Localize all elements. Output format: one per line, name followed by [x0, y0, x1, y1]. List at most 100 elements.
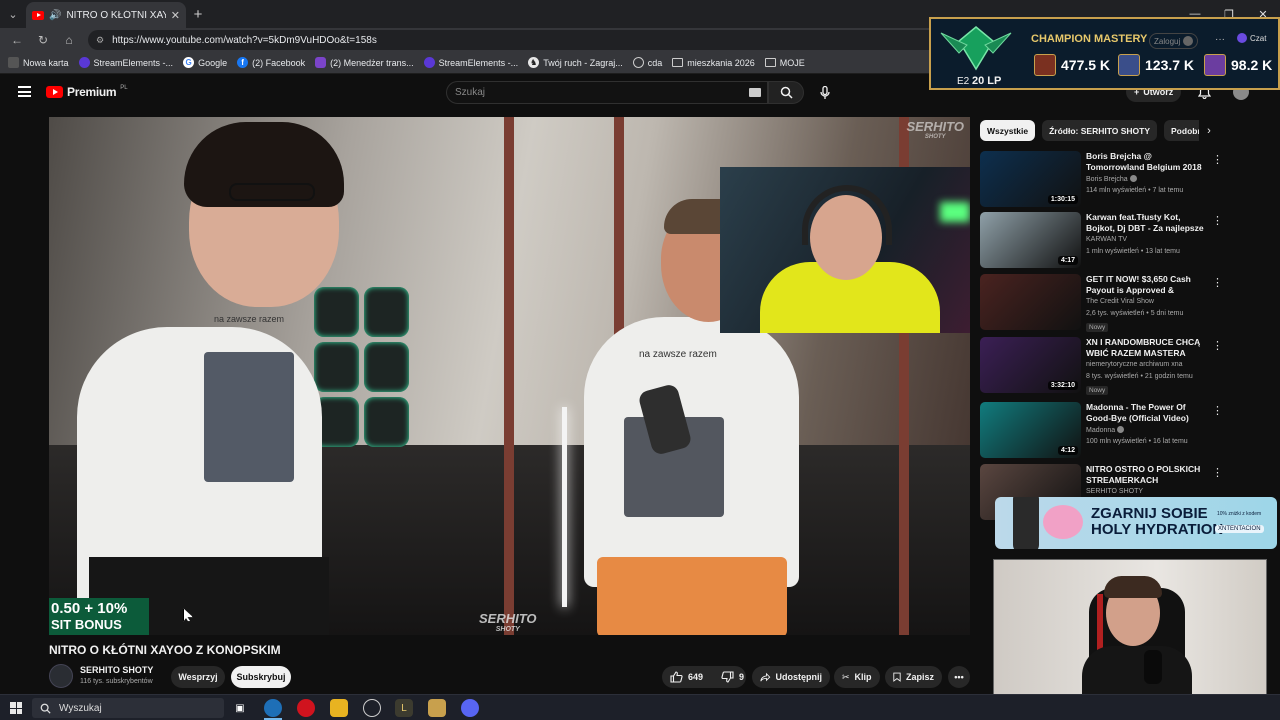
site-info-icon[interactable]: ⚙ [96, 35, 104, 46]
channel-avatar[interactable] [49, 664, 73, 688]
video-thumbnail[interactable]: 4:12 [980, 402, 1081, 458]
video-thumbnail[interactable]: 4:17 [980, 212, 1081, 268]
home-icon[interactable]: ⌂ [58, 29, 80, 51]
mastery-points: 123.7 K [1145, 57, 1195, 73]
recommended-title[interactable]: XN I RANDOMBRUCE CHCĄ WBIĆ RAZEM MASTERA… [1086, 337, 1211, 359]
keyboard-icon[interactable] [749, 88, 761, 97]
chevron-right-icon[interactable]: › [1199, 120, 1219, 141]
sponsor-ad-overlay: ZGARNIJ SOBIE HOLY HYDRATION 10% zniżki z… [995, 497, 1277, 549]
league-client-icon[interactable]: L [395, 699, 413, 717]
speaker-icon[interactable]: 🔊 [49, 10, 61, 21]
bookmark-folder[interactable]: MOJE [764, 57, 805, 68]
bookmark-item[interactable]: Nowa karta [8, 57, 69, 68]
recommended-title[interactable]: NITRO OSTRO O POLSKICH STREAMERKACH [1086, 464, 1211, 486]
more-vertical-icon[interactable]: ⋮ [1212, 466, 1223, 479]
like-button[interactable]: 649 [670, 671, 703, 683]
bookmark-icon [893, 672, 901, 682]
reload-icon[interactable]: ↻ [32, 29, 54, 51]
bookmark-item[interactable]: StreamElements -... [423, 57, 518, 68]
recommended-title[interactable]: Madonna - The Power Of Good-Bye (Officia… [1086, 402, 1211, 424]
chrome-icon[interactable] [363, 699, 381, 717]
windows-taskbar: Wyszukaj ▣ L [0, 694, 1280, 720]
clip-button[interactable]: ✂ Klip [834, 666, 880, 688]
logo-country-code: PL [120, 84, 128, 91]
more-vertical-icon[interactable]: ⋮ [1212, 339, 1223, 352]
edge-browser-icon[interactable] [264, 699, 282, 717]
product-graphic [1043, 505, 1083, 539]
subscribe-button[interactable]: Subskrybuj [231, 666, 291, 688]
recommended-video[interactable]: 3:32:10 XN I RANDOMBRUCE CHCĄ WBIĆ RAZEM … [980, 337, 1225, 395]
recommended-channel[interactable]: Boris Brejcha [1086, 175, 1137, 183]
search-icon [40, 703, 51, 714]
windows-start-icon[interactable] [10, 702, 22, 714]
recommended-video[interactable]: GET IT NOW! $3,650 Cash Payout is Approv… [980, 274, 1225, 332]
more-vertical-icon[interactable]: ⋮ [1212, 276, 1223, 289]
bookmark-item[interactable]: f (2) Facebook [237, 57, 305, 68]
bookmark-item[interactable]: StreamElements -... [78, 57, 173, 68]
opera-icon[interactable] [297, 699, 315, 717]
back-arrow-icon[interactable]: ← [6, 29, 28, 51]
more-actions-button[interactable]: ••• [948, 666, 970, 688]
video-player[interactable]: na zawsze razem na zawsze razem SERHITO S… [49, 117, 970, 635]
recommended-video[interactable]: 4:17 Karwan feat.Tłusty Kot, Bojkot, Dj D… [980, 212, 1225, 270]
browser-tab-active[interactable]: 🔊 NITRO O KŁÓTNI XAYOO Z KO ✕ [26, 2, 186, 28]
discord-icon[interactable] [461, 699, 479, 717]
video-thumbnail[interactable]: 1:30:15 [980, 151, 1081, 207]
tab-search-button[interactable]: ⌄ [0, 0, 26, 28]
recommended-channel[interactable]: The Credit Viral Show [1086, 298, 1154, 305]
recommended-video[interactable]: 1:30:15 Boris Brejcha @ Tomorrowland Belg… [980, 151, 1225, 209]
support-button[interactable]: Wesprzyj [171, 666, 225, 688]
tab-title: NITRO O KŁÓTNI XAYOO Z KO [66, 9, 166, 21]
bookmark-item[interactable]: (2) Menedżer trans... [315, 57, 414, 68]
video-thumbnail[interactable]: 3:32:10 [980, 337, 1081, 393]
search-input[interactable]: Szukaj [446, 81, 768, 104]
recommended-title[interactable]: Boris Brejcha @ Tomorrowland Belgium 201… [1086, 151, 1211, 173]
bookmark-label: MOJE [779, 57, 805, 68]
thumbs-up-icon [670, 671, 683, 683]
chip-all[interactable]: Wszystkie [980, 120, 1036, 141]
recommended-video[interactable]: 4:12 Madonna - The Power Of Good-Bye (Off… [980, 402, 1225, 460]
task-view-icon[interactable]: ▣ [231, 699, 249, 717]
channel-name[interactable]: SERHITO SHOTY [80, 665, 153, 675]
menu-icon[interactable] [18, 86, 31, 97]
riot-icon[interactable] [428, 699, 446, 717]
youtube-premium-logo[interactable]: Premium PL [46, 85, 128, 99]
clip-label: Klip [854, 672, 872, 682]
recommended-title[interactable]: GET IT NOW! $3,650 Cash Payout is Approv… [1086, 274, 1211, 296]
close-tab-icon[interactable]: ✕ [171, 9, 180, 22]
bookmark-item[interactable]: ♞ Twój ruch - Zagraj... [528, 57, 623, 68]
champion-portrait-icon [1034, 54, 1056, 76]
dislike-button[interactable]: 9 [721, 671, 744, 683]
facebook-icon: f [237, 57, 249, 68]
teal-bag [364, 342, 409, 392]
more-vertical-icon[interactable]: ⋮ [1212, 404, 1223, 417]
bookmark-folder[interactable]: mieszkania 2026 [672, 58, 755, 68]
new-badge: Nowy [1086, 386, 1109, 395]
recommended-title[interactable]: Karwan feat.Tłusty Kot, Bojkot, Dj DBT -… [1086, 212, 1211, 234]
rank-tier: E2 [957, 76, 970, 87]
recommended-channel[interactable]: niemerytoryczne archiwum xna [1086, 361, 1182, 368]
more-vertical-icon[interactable]: ⋮ [1212, 214, 1223, 227]
save-button[interactable]: Zapisz [885, 666, 942, 688]
recommended-channel[interactable]: Madonna [1086, 426, 1125, 434]
champion-mastery-item: 98.2 K [1204, 54, 1272, 76]
bookmark-item[interactable]: cda [632, 57, 662, 68]
new-tab-button[interactable]: + [186, 6, 210, 23]
recommended-channel[interactable]: KARWAN TV [1086, 236, 1127, 243]
bookmark-item[interactable]: G Google [183, 57, 227, 68]
url-input[interactable]: ⚙ https://www.youtube.com/watch?v=5kDm9V… [88, 30, 948, 50]
recommended-channel[interactable]: SERHITO SHOTY [1086, 488, 1143, 495]
voice-search-button[interactable] [813, 81, 837, 105]
login-button[interactable]: Zaloguj [1149, 33, 1199, 49]
share-button[interactable]: Udostępnij [752, 666, 830, 688]
taskbar-search-input[interactable]: Wyszukaj [32, 698, 224, 718]
video-thumbnail[interactable] [980, 274, 1081, 330]
file-explorer-icon[interactable] [330, 699, 348, 717]
chip-source[interactable]: Źródło: SERHITO SHOTY [1042, 120, 1158, 141]
more-horizontal-icon[interactable]: ··· [1215, 34, 1225, 45]
search-button[interactable] [768, 81, 804, 104]
chat-button[interactable]: Czat [1237, 33, 1266, 43]
subscriber-count: 116 tys. subskrybentów [80, 678, 153, 685]
more-vertical-icon[interactable]: ⋮ [1212, 153, 1223, 166]
save-label: Zapisz [905, 672, 934, 682]
